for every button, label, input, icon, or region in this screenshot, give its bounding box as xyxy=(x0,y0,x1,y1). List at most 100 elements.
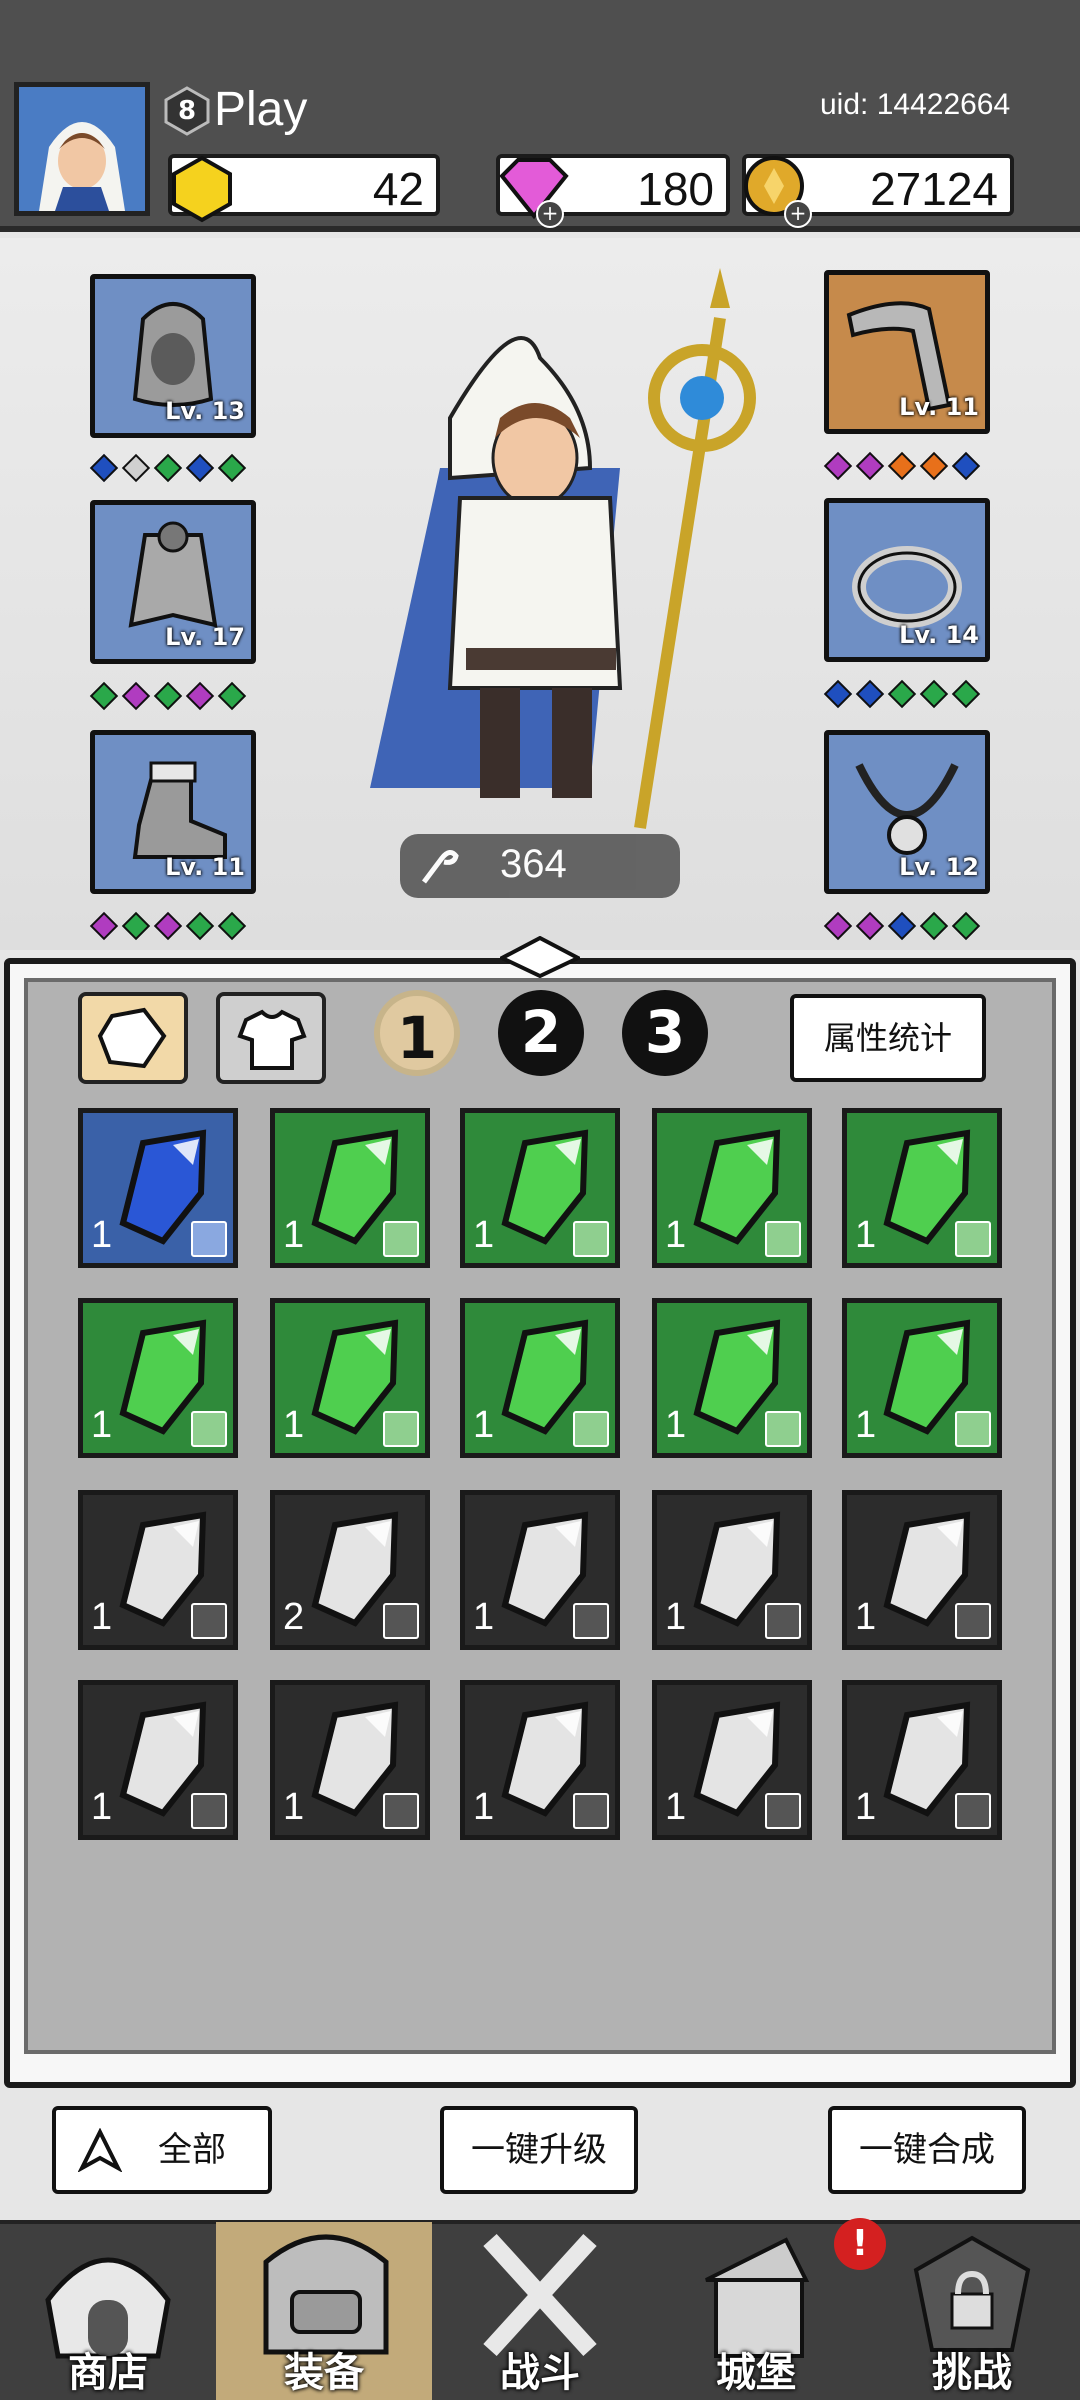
item-count: 1 xyxy=(855,1596,877,1638)
ring-gem-row xyxy=(822,679,982,714)
gem xyxy=(89,681,119,711)
inventory-item[interactable]: 1 xyxy=(652,1298,812,1458)
gem xyxy=(951,911,981,941)
nav-label: 战斗 xyxy=(500,2350,580,2396)
equip-slot-boot[interactable]: Lv. 11 xyxy=(90,730,256,894)
nav-battle[interactable]: 战斗 xyxy=(432,2222,648,2400)
gold-gem-value: 42 xyxy=(372,163,424,215)
page-tab-2[interactable]: 2 xyxy=(498,990,584,1076)
player-level: 8 xyxy=(177,96,197,126)
gem xyxy=(185,453,215,483)
ring-slot-icon xyxy=(573,1221,609,1257)
combat-power-display: 364 xyxy=(400,834,680,898)
item-count: 1 xyxy=(665,1786,687,1828)
inventory-item[interactable]: 1 xyxy=(78,1490,238,1650)
equip-slot-cape[interactable]: Lv. 17 xyxy=(90,500,256,664)
inventory-item[interactable]: 1 xyxy=(842,1490,1002,1650)
inventory-item[interactable]: 2 xyxy=(270,1490,430,1650)
gold-gem-icon xyxy=(172,155,232,223)
gem xyxy=(121,681,151,711)
inventory-item[interactable]: 1 xyxy=(270,1680,430,1840)
gem xyxy=(919,911,949,941)
filter-all-button[interactable]: 全部 xyxy=(52,2106,272,2194)
item-count: 1 xyxy=(283,1404,305,1446)
gem xyxy=(89,911,119,941)
staff-slot-icon xyxy=(765,1411,801,1447)
hood-gem-row xyxy=(88,453,248,488)
nav-shop[interactable]: 商店 xyxy=(0,2222,216,2400)
nav-equipment[interactable]: 装备 xyxy=(216,2222,432,2400)
page-tab-3[interactable]: 3 xyxy=(622,990,708,1076)
hero-character xyxy=(370,268,756,829)
cape-gem-row xyxy=(88,681,248,716)
coin-icon: + xyxy=(744,156,812,228)
staff-icon xyxy=(422,850,459,884)
equip-slot-ring[interactable]: Lv. 14 xyxy=(824,498,990,662)
gem xyxy=(185,681,215,711)
page-tab-1[interactable]: 1 xyxy=(374,990,460,1076)
inventory-item[interactable]: 1 xyxy=(460,1108,620,1268)
inventory-item[interactable]: 1 xyxy=(78,1108,238,1268)
svg-text:+: + xyxy=(542,201,559,225)
gem xyxy=(823,451,853,481)
player-avatar[interactable] xyxy=(14,82,150,216)
inventory-item[interactable]: 1 xyxy=(460,1490,620,1650)
item-count: 1 xyxy=(473,1214,495,1256)
coin-value: 27124 xyxy=(870,163,998,215)
panel-ornament xyxy=(500,936,580,978)
item-count: 1 xyxy=(91,1596,113,1638)
gem xyxy=(217,911,247,941)
staff-slot-icon xyxy=(765,1603,801,1639)
inventory-item[interactable]: 1 xyxy=(842,1298,1002,1458)
nav-castle[interactable]: 城堡 xyxy=(648,2222,864,2400)
inventory-item[interactable]: 1 xyxy=(842,1108,1002,1268)
inventory-item[interactable]: 1 xyxy=(652,1680,812,1840)
inventory-item[interactable]: 1 xyxy=(460,1680,620,1840)
ring-slot-icon xyxy=(383,1221,419,1257)
shirt-tab-icon xyxy=(237,1009,307,1070)
triangle-filter-icon xyxy=(78,2128,122,2172)
gem xyxy=(887,679,917,709)
equip-slot-staff[interactable]: Lv. 11 xyxy=(824,270,990,434)
equip-level: Lv. 17 xyxy=(165,623,245,651)
inventory-item[interactable]: 1 xyxy=(652,1108,812,1268)
gem xyxy=(185,911,215,941)
tab-equipment[interactable] xyxy=(216,992,326,1084)
cape-slot-icon xyxy=(383,1603,419,1639)
inventory-item[interactable]: 1 xyxy=(270,1108,430,1268)
gem xyxy=(855,451,885,481)
cape-slot-icon xyxy=(765,1221,801,1257)
inventory-item[interactable]: 1 xyxy=(842,1680,1002,1840)
gem xyxy=(153,911,183,941)
gem xyxy=(217,681,247,711)
inventory-item[interactable]: 1 xyxy=(460,1298,620,1458)
necklace-slot-icon xyxy=(955,1411,991,1447)
tab-gems[interactable] xyxy=(78,992,188,1084)
item-count: 2 xyxy=(283,1596,305,1638)
necklace-slot-icon xyxy=(765,1793,801,1829)
staff-slot-icon xyxy=(573,1411,609,1447)
equip-level: Lv. 13 xyxy=(165,397,245,425)
cape-slot-icon xyxy=(191,1221,227,1257)
inventory-item[interactable]: 1 xyxy=(270,1298,430,1458)
necklace-slot-icon xyxy=(573,1793,609,1829)
equip-slot-necklace[interactable]: Lv. 12 xyxy=(824,730,990,894)
svg-text:+: + xyxy=(790,201,807,225)
item-count: 1 xyxy=(855,1214,877,1256)
inventory-item[interactable]: 1 xyxy=(78,1680,238,1840)
coin-counter[interactable]: + 27124 xyxy=(742,154,1014,228)
diamond-counter[interactable]: + 180 xyxy=(496,154,730,228)
nav-challenge[interactable]: 挑战 xyxy=(864,2222,1080,2400)
one-click-upgrade-button[interactable]: 一键升级 xyxy=(440,2106,638,2194)
player-name: Play xyxy=(214,83,308,136)
gem xyxy=(217,453,247,483)
gem xyxy=(919,451,949,481)
gem xyxy=(89,453,119,483)
inventory-item[interactable]: 1 xyxy=(652,1490,812,1650)
equip-slot-hood[interactable]: Lv. 13 xyxy=(90,274,256,438)
gem xyxy=(855,911,885,941)
one-click-merge-button[interactable]: 一键合成 xyxy=(828,2106,1026,2194)
inventory-item[interactable]: 1 xyxy=(78,1298,238,1458)
item-count: 1 xyxy=(473,1786,495,1828)
attribute-stats-button[interactable]: 属性统计 xyxy=(790,994,986,1082)
